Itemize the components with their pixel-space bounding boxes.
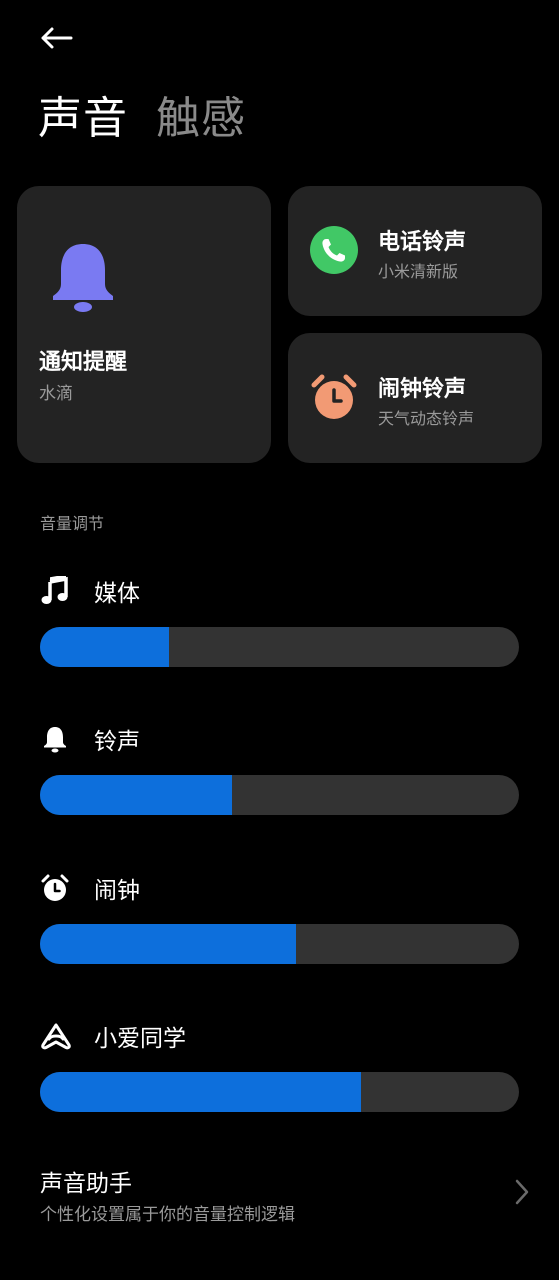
volume-label-xiaoai: 小爱同学	[94, 1026, 186, 1052]
alarm-ringtone-card[interactable]: 闹钟铃声 天气动态铃声	[288, 333, 542, 463]
bell-icon	[53, 244, 113, 312]
sound-assistant-subtitle: 个性化设置属于你的音量控制逻辑	[40, 1205, 295, 1225]
notification-sound-card[interactable]: 通知提醒 水滴	[17, 186, 271, 463]
volume-slider-ringtone[interactable]	[40, 775, 519, 815]
volume-slider-fill	[40, 1072, 361, 1112]
alarm-clock-icon	[40, 872, 72, 904]
alarm-ringtone-title: 闹钟铃声	[378, 377, 467, 402]
alarm-clock-icon	[311, 374, 357, 419]
phone-ringtone-title: 电话铃声	[378, 230, 467, 255]
sound-assistant-title: 声音助手	[40, 1171, 132, 1197]
bell-icon	[40, 723, 72, 755]
tab-sound[interactable]: 声音	[38, 82, 128, 146]
volume-label-alarm: 闹钟	[94, 878, 140, 904]
volume-row-media: 媒体	[40, 574, 520, 667]
chevron-right-icon	[515, 1179, 529, 1205]
tab-bar: 声音 触感	[38, 82, 246, 146]
tab-haptics[interactable]: 触感	[156, 82, 246, 146]
notification-subtitle: 水滴	[39, 384, 73, 404]
phone-ringtone-card[interactable]: 电话铃声 小米清新版	[288, 186, 542, 316]
phone-ringtone-subtitle: 小米清新版	[378, 262, 459, 281]
alarm-ringtone-subtitle: 天气动态铃声	[378, 409, 475, 428]
volume-section-label: 音量调节	[40, 514, 105, 533]
arrow-left-icon	[41, 27, 73, 49]
volume-label-media: 媒体	[94, 581, 140, 607]
volume-slider-xiaoai[interactable]	[40, 1072, 519, 1112]
volume-slider-alarm[interactable]	[40, 924, 519, 964]
volume-slider-media[interactable]	[40, 627, 519, 667]
phone-icon	[310, 226, 358, 274]
volume-label-ringtone: 铃声	[94, 729, 140, 755]
volume-row-ringtone: 铃声	[40, 722, 520, 815]
xiaoai-icon	[40, 1020, 72, 1052]
volume-row-xiaoai: 小爱同学	[40, 1019, 520, 1112]
volume-row-alarm: 闹钟	[40, 871, 520, 964]
back-button[interactable]	[36, 20, 76, 56]
music-note-icon	[40, 575, 72, 607]
volume-slider-fill	[40, 775, 232, 815]
sound-assistant-item[interactable]: 声音助手 个性化设置属于你的音量控制逻辑	[40, 1160, 530, 1230]
volume-slider-fill	[40, 924, 297, 964]
notification-title: 通知提醒	[39, 350, 128, 375]
volume-slider-fill	[40, 627, 170, 667]
